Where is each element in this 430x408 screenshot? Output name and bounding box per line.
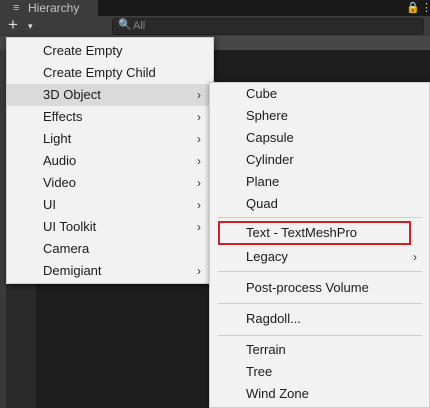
menu-item-cylinder[interactable]: Cylinder — [210, 149, 429, 171]
create-menu: Create Empty Create Empty Child 3D Objec… — [6, 37, 214, 284]
menu-item-label: Video — [43, 175, 77, 190]
menu-separator — [218, 303, 422, 304]
search-placeholder: All — [133, 20, 146, 32]
chevron-right-icon: › — [197, 198, 201, 212]
menu-item-audio[interactable]: Audio › — [7, 150, 213, 172]
menu-item-wind-zone[interactable]: Wind Zone — [210, 383, 429, 405]
menu-item-label: Post-process Volume — [246, 280, 369, 295]
menu-separator — [218, 217, 422, 218]
chevron-right-icon: › — [197, 154, 201, 168]
menu-item-label: Capsule — [246, 130, 294, 145]
menu-item-post-process-volume[interactable]: Post-process Volume — [210, 277, 429, 299]
menu-item-label: Ragdoll... — [246, 311, 301, 326]
menu-item-label: UI Toolkit — [43, 219, 97, 234]
menu-item-quad[interactable]: Quad — [210, 193, 429, 215]
menu-item-demigiant[interactable]: Demigiant › — [7, 260, 213, 282]
menu-item-create-empty-child[interactable]: Create Empty Child — [7, 62, 213, 84]
menu-item-label: Cube — [246, 86, 278, 101]
menu-item-terrain[interactable]: Terrain — [210, 339, 429, 361]
menu-item-label: 3D Object — [43, 87, 101, 102]
chevron-right-icon: › — [197, 88, 201, 102]
menu-item-plane[interactable]: Plane — [210, 171, 429, 193]
chevron-right-icon: › — [197, 264, 201, 278]
chevron-right-icon: › — [413, 250, 417, 264]
menu-item-video[interactable]: Video › — [7, 172, 213, 194]
menu-item-label: Effects — [43, 109, 83, 124]
menu-item-label: Quad — [246, 196, 278, 211]
menu-item-camera[interactable]: Camera — [7, 238, 213, 260]
menu-item-label: Wind Zone — [246, 386, 309, 401]
list-icon: ≡ — [13, 2, 20, 14]
tab-hierarchy-label: Hierarchy — [28, 1, 80, 15]
menu-item-sphere[interactable]: Sphere — [210, 105, 429, 127]
3d-object-submenu: Cube Sphere Capsule Cylinder Plane Quad … — [209, 82, 430, 408]
menu-item-label: Legacy — [246, 249, 288, 264]
menu-separator — [218, 335, 422, 336]
chevron-right-icon: › — [197, 110, 201, 124]
menu-item-label: Plane — [246, 174, 280, 189]
chevron-right-icon: › — [197, 132, 201, 146]
menu-item-light[interactable]: Light › — [7, 128, 213, 150]
plus-icon: + — [8, 15, 18, 34]
tab-bar: ≡ Hierarchy 🔒 ⋮ — [0, 0, 430, 16]
lock-icon[interactable]: 🔒 — [406, 0, 420, 16]
menu-item-effects[interactable]: Effects › — [7, 106, 213, 128]
menu-item-tree[interactable]: Tree — [210, 361, 429, 383]
menu-item-capsule[interactable]: Capsule — [210, 127, 429, 149]
menu-item-ragdoll[interactable]: Ragdoll... — [210, 308, 429, 330]
chevron-right-icon: › — [197, 220, 201, 234]
menu-item-label: Light — [43, 131, 72, 146]
chevron-right-icon: › — [197, 176, 201, 190]
menu-item-label: Terrain — [246, 342, 286, 357]
menu-item-label: UI — [43, 197, 56, 212]
add-object-button[interactable]: + ▾ — [8, 15, 38, 35]
menu-separator — [218, 271, 422, 272]
highlight-annotation — [218, 221, 411, 245]
menu-item-label: Cylinder — [246, 152, 294, 167]
menu-item-cube[interactable]: Cube — [210, 83, 429, 105]
menu-item-create-empty[interactable]: Create Empty — [7, 40, 213, 62]
tab-hierarchy[interactable]: ≡ Hierarchy — [0, 0, 98, 16]
menu-item-legacy[interactable]: Legacy › — [210, 246, 429, 268]
menu-item-ui[interactable]: UI › — [7, 194, 213, 216]
chevron-down-icon: ▾ — [28, 21, 33, 31]
search-input[interactable]: 🔍 All — [112, 18, 424, 35]
menu-item-label: Create Empty Child — [43, 65, 156, 80]
menu-item-label: Audio — [43, 153, 77, 168]
hierarchy-toolbar: + ▾ 🔍 All — [0, 16, 430, 36]
menu-item-label: Camera — [43, 241, 90, 256]
menu-item-3d-object[interactable]: 3D Object › — [7, 84, 213, 106]
menu-item-label: Demigiant — [43, 263, 102, 278]
menu-item-label: Tree — [246, 364, 273, 379]
menu-item-ui-toolkit[interactable]: UI Toolkit › — [7, 216, 213, 238]
menu-item-label: Create Empty — [43, 43, 123, 58]
search-icon: 🔍 — [118, 19, 132, 31]
more-options-icon[interactable]: ⋮ — [421, 0, 430, 16]
menu-item-label: Sphere — [246, 108, 288, 123]
